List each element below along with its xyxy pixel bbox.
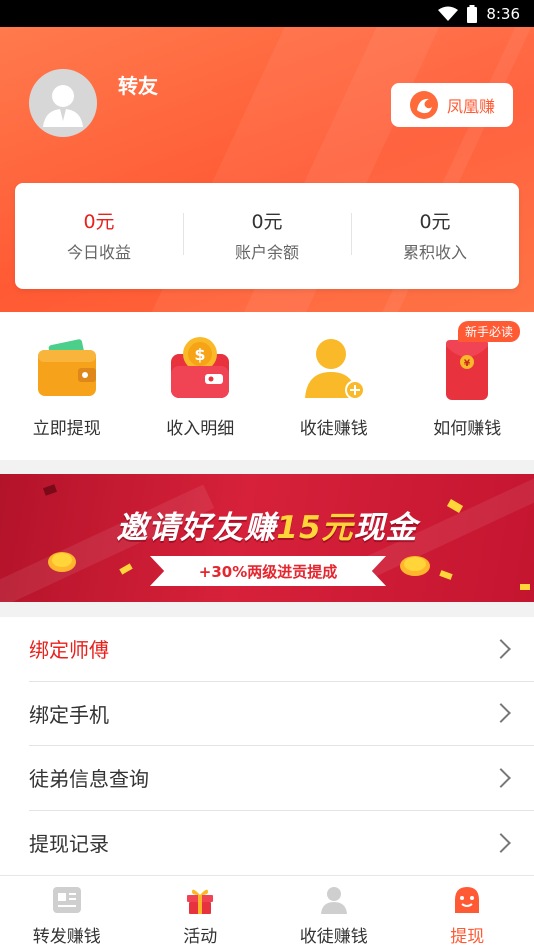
stat-value: 0元 <box>83 211 115 233</box>
stat-label: 累积收入 <box>402 243 467 262</box>
fenghuang-earn-label: 凤凰赚 <box>446 97 495 116</box>
menu-item-label: 绑定手机 <box>29 702 109 727</box>
menu-item-apprentice-info[interactable]: 徒弟信息查询 <box>29 746 534 811</box>
quick-action-withdraw[interactable]: 立即提现 <box>0 312 134 460</box>
banner-title: 邀请好友赚15元现金 <box>116 510 418 546</box>
svg-text:$: $ <box>195 345 206 364</box>
quick-action-label: 收入明细 <box>166 419 235 439</box>
earnings-summary-card: 0元 今日收益 0元 账户余额 0元 累积收入 <box>15 183 519 289</box>
stat-account-balance[interactable]: 0元 账户余额 <box>183 209 351 263</box>
phoenix-logo-icon <box>409 91 438 119</box>
banner-subtitle: +30%两级进贡提成 <box>150 556 386 586</box>
status-time: 8:36 <box>486 4 520 23</box>
new-user-badge: 新手必读 <box>457 321 520 342</box>
profile-header: 转友 凤凰赚 0元 今日收益 0元 账户余额 0元 累积收入 <box>0 27 534 312</box>
avatar[interactable] <box>29 69 97 137</box>
red-envelope-icon: ¥ <box>446 340 489 400</box>
user-icon <box>320 887 347 914</box>
svg-text:¥: ¥ <box>464 359 471 369</box>
menu-item-bind-phone[interactable]: 绑定手机 <box>29 682 534 746</box>
stat-value: 0元 <box>419 211 451 233</box>
chevron-right-icon <box>491 638 511 659</box>
status-bar: 8:36 <box>0 0 534 27</box>
invite-friends-banner[interactable]: 邀请好友赚15元现金 +30%两级进贡提成 <box>0 474 534 602</box>
default-avatar-icon <box>43 85 83 127</box>
chevron-right-icon <box>491 703 511 724</box>
menu-item-bind-master[interactable]: 绑定师傅 <box>29 617 534 682</box>
quick-action-recruit-earn[interactable]: 收徒赚钱 <box>267 312 401 460</box>
add-user-icon <box>304 339 365 400</box>
quick-action-label: 如何赚钱 <box>433 419 502 439</box>
chevron-right-icon <box>491 832 511 853</box>
wallet-icon <box>37 339 96 396</box>
gift-icon <box>187 889 214 914</box>
coin-purse-icon: $ <box>171 337 230 398</box>
tab-activities[interactable]: 活动 <box>134 876 268 949</box>
tab-withdraw[interactable]: 提现 <box>401 876 534 949</box>
stat-value: 0元 <box>251 211 283 233</box>
smile-face-icon <box>455 887 480 913</box>
wifi-icon <box>438 6 459 21</box>
battery-icon <box>467 4 478 23</box>
quick-action-label: 收徒赚钱 <box>299 419 368 439</box>
tab-recruit-earn[interactable]: 收徒赚钱 <box>267 876 401 949</box>
stat-label: 账户余额 <box>234 243 299 262</box>
chevron-right-icon <box>491 767 511 788</box>
quick-actions: 立即提现 $ 收入明细 收徒赚钱 新手必读 ¥ 如何赚钱 <box>0 312 534 460</box>
tab-share-earn[interactable]: 转发赚钱 <box>0 876 134 949</box>
quick-action-income-details[interactable]: $ 收入明细 <box>134 312 268 460</box>
tab-label: 转发赚钱 <box>32 927 101 947</box>
username: 转友 <box>118 74 158 98</box>
stat-total-income[interactable]: 0元 累积收入 <box>351 209 519 263</box>
stat-label: 今日收益 <box>66 243 131 262</box>
settings-menu: 绑定师傅 绑定手机 徒弟信息查询 提现记录 <box>0 617 534 875</box>
quick-action-how-to-earn[interactable]: 新手必读 ¥ 如何赚钱 <box>401 312 534 460</box>
bottom-tab-bar: 转发赚钱 活动 收徒赚钱 提现 <box>0 875 534 949</box>
news-icon <box>52 887 81 913</box>
tab-label: 活动 <box>183 927 218 947</box>
menu-item-label: 徒弟信息查询 <box>29 767 149 792</box>
menu-item-withdraw-history[interactable]: 提现记录 <box>29 811 534 876</box>
menu-item-label: 提现记录 <box>29 832 109 857</box>
stat-today-earnings[interactable]: 0元 今日收益 <box>15 209 183 263</box>
tab-label: 收徒赚钱 <box>299 927 368 947</box>
tab-label: 提现 <box>450 927 485 947</box>
quick-action-label: 立即提现 <box>32 419 101 439</box>
menu-item-label: 绑定师傅 <box>29 638 109 663</box>
fenghuang-earn-button[interactable]: 凤凰赚 <box>391 83 513 127</box>
